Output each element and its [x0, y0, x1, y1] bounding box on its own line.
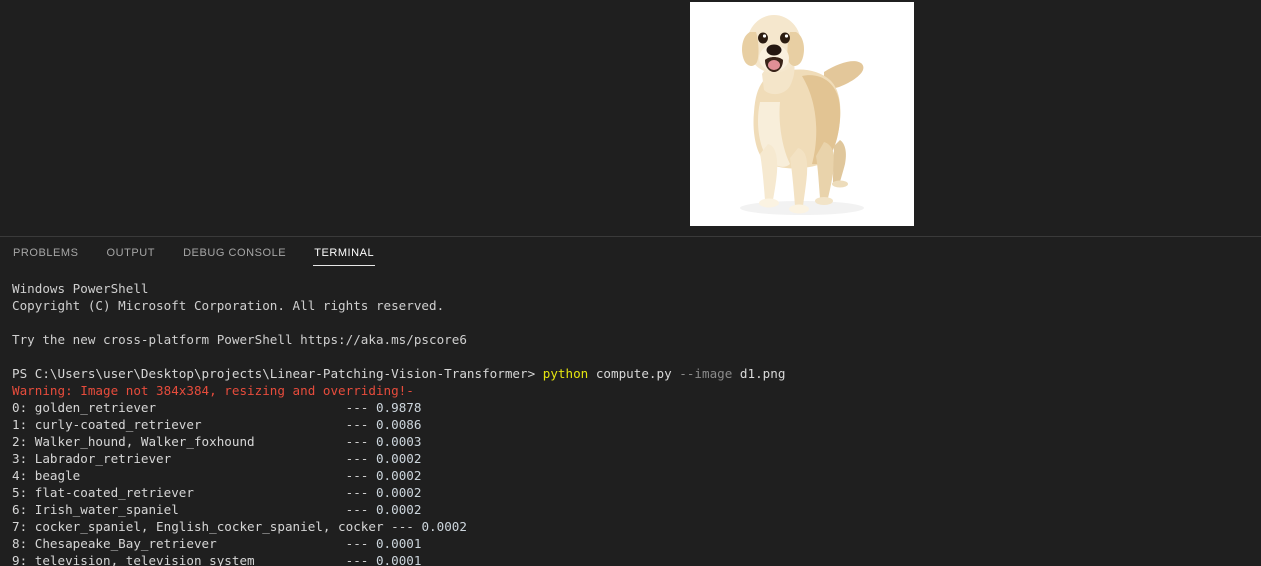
prediction-separator: ---: [345, 400, 376, 415]
command-name: python: [542, 366, 589, 381]
prediction-label: 7: cocker_spaniel, English_cocker_spanie…: [12, 519, 392, 534]
prediction-row: 2: Walker_hound, Walker_foxhound --- 0.0…: [12, 433, 1261, 450]
prompt-caret: >: [527, 366, 543, 381]
command-flag: --image: [679, 366, 733, 381]
prediction-score: 0.0003: [375, 434, 422, 449]
panel-tab-bar: PROBLEMS OUTPUT DEBUG CONSOLE TERMINAL: [0, 236, 1261, 270]
prediction-row: 9: television, television_system --- 0.0…: [12, 552, 1261, 566]
tab-debug-console[interactable]: DEBUG CONSOLE: [182, 241, 287, 266]
tab-output[interactable]: OUTPUT: [106, 241, 157, 266]
tab-terminal[interactable]: TERMINAL: [313, 241, 376, 266]
prediction-row: 0: golden_retriever --- 0.9878: [12, 399, 1261, 416]
prediction-label: 6: Irish_water_spaniel: [12, 502, 346, 517]
tab-problems[interactable]: PROBLEMS: [12, 241, 80, 266]
prediction-label: 5: flat-coated_retriever: [12, 485, 346, 500]
prediction-separator: ---: [345, 451, 376, 466]
prediction-separator: ---: [345, 468, 376, 483]
prediction-score: 0.0002: [375, 468, 422, 483]
prediction-score: 0.9878: [375, 400, 422, 415]
prediction-separator: ---: [391, 519, 422, 534]
terminal-output[interactable]: Windows PowerShell Copyright (C) Microso…: [0, 270, 1261, 566]
prediction-separator: ---: [345, 417, 376, 432]
prediction-label: 1: curly-coated_retriever: [12, 417, 346, 432]
prediction-score: 0.0002: [375, 451, 422, 466]
warning-message: Warning: Image not 384x384, resizing and…: [12, 383, 414, 398]
dog-photo-preview: [690, 2, 914, 226]
terminal-prompt-line: PS C:\Users\user\Desktop\projects\Linear…: [12, 365, 1261, 382]
prompt-prefix: PS: [12, 366, 35, 381]
prediction-separator: ---: [345, 485, 376, 500]
prediction-label: 9: television, television_system: [12, 553, 346, 566]
image-preview-pane: [0, 0, 1261, 236]
prediction-score: 0.0002: [375, 502, 422, 517]
terminal-blank-line-2: [12, 348, 1261, 365]
terminal-header-line-2: Copyright (C) Microsoft Corporation. All…: [12, 298, 445, 313]
prediction-label: 3: Labrador_retriever: [12, 451, 346, 466]
prediction-row: 8: Chesapeake_Bay_retriever --- 0.0001: [12, 535, 1261, 552]
prediction-row: 3: Labrador_retriever --- 0.0002: [12, 450, 1261, 467]
prediction-separator: ---: [345, 434, 376, 449]
prediction-score: 0.0001: [375, 553, 422, 566]
prediction-score: 0.0001: [375, 536, 422, 551]
prediction-separator: ---: [345, 553, 376, 566]
prediction-separator: ---: [345, 536, 376, 551]
prediction-label: 0: golden_retriever: [12, 400, 346, 415]
prompt-path: C:\Users\user\Desktop\projects\Linear-Pa…: [34, 366, 528, 381]
prediction-separator: ---: [345, 502, 376, 517]
prediction-row: 1: curly-coated_retriever --- 0.0086: [12, 416, 1261, 433]
prediction-label: 8: Chesapeake_Bay_retriever: [12, 536, 346, 551]
dog-illustration: [690, 2, 914, 226]
prediction-label: 2: Walker_hound, Walker_foxhound: [12, 434, 346, 449]
prediction-row: 6: Irish_water_spaniel --- 0.0002: [12, 501, 1261, 518]
vscode-window: PROBLEMS OUTPUT DEBUG CONSOLE TERMINAL W…: [0, 0, 1261, 566]
prediction-score: 0.0002: [421, 519, 467, 534]
prediction-row: 5: flat-coated_retriever --- 0.0002: [12, 484, 1261, 501]
terminal-header-line-1: Windows PowerShell: [12, 281, 149, 296]
prediction-score: 0.0086: [375, 417, 422, 432]
prediction-results-list: 0: golden_retriever --- 0.9878 1: curly-c…: [12, 399, 1261, 566]
prediction-row: 4: beagle --- 0.0002: [12, 467, 1261, 484]
command-argument: d1.png: [732, 366, 786, 381]
prediction-label: 4: beagle: [12, 468, 346, 483]
command-script: compute.py: [588, 366, 680, 381]
terminal-promo-line: Try the new cross-platform PowerShell ht…: [12, 332, 467, 347]
prediction-score: 0.0002: [375, 485, 422, 500]
prediction-row: 7: cocker_spaniel, English_cocker_spanie…: [12, 518, 1261, 535]
